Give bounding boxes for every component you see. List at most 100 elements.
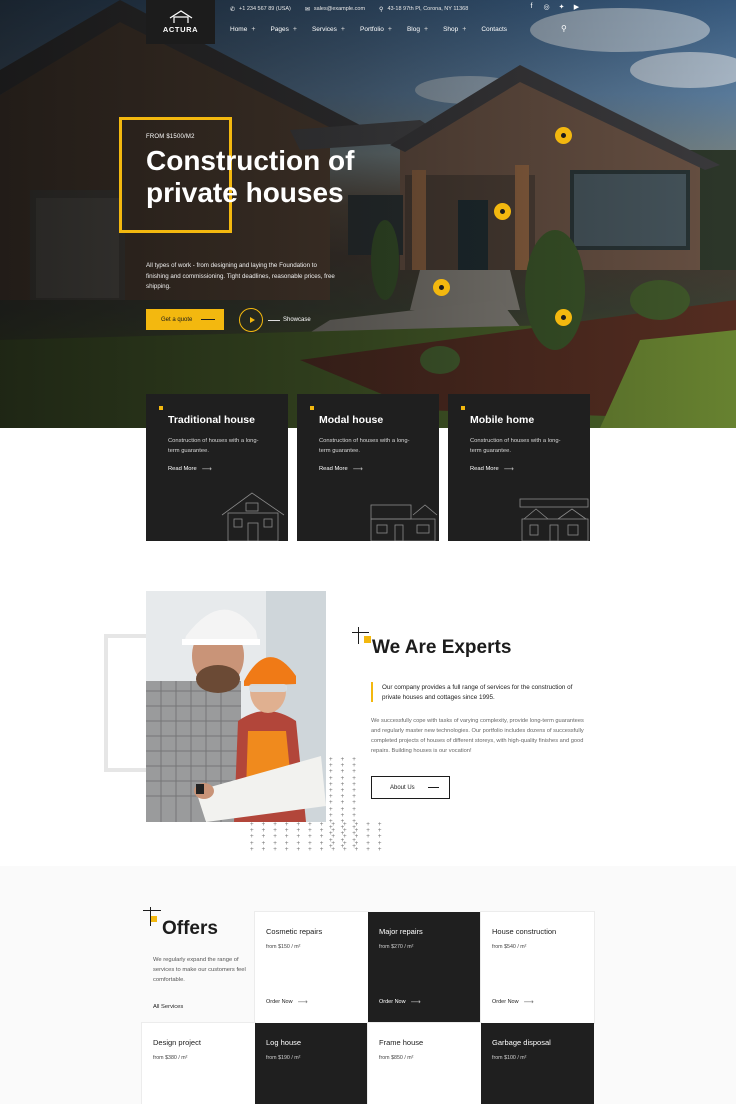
offer-title: Design project	[153, 1038, 201, 1047]
twitter-icon[interactable]: ✦	[554, 3, 569, 11]
experts-title-decor	[358, 627, 359, 644]
offer-card-frame-house[interactable]: Frame house from $850 / m²	[367, 1022, 482, 1104]
hotspot-marker-3[interactable]	[433, 279, 450, 296]
arrow-right-icon: ⟶	[503, 466, 514, 473]
logo[interactable]: ACTURA	[146, 0, 215, 44]
nav-blog[interactable]: Blog +	[407, 26, 428, 33]
instagram-icon[interactable]: ◎	[539, 3, 554, 11]
offer-title: Garbage disposal	[492, 1038, 551, 1047]
play-icon	[249, 317, 255, 323]
card-accent	[159, 406, 163, 410]
experts-title: We Are Experts	[372, 637, 512, 658]
nav-label: Shop	[443, 26, 459, 33]
offer-title: House construction	[492, 927, 557, 936]
offer-card-cosmetic-repairs[interactable]: Cosmetic repairs from $150 / m² Order No…	[254, 911, 369, 1024]
get-quote-label: Get a quote	[161, 316, 193, 323]
mail-icon: ✉	[304, 6, 310, 13]
offer-title: Log house	[266, 1038, 302, 1047]
nav-pages[interactable]: Pages +	[270, 26, 297, 33]
nav-contacts[interactable]: Contacts	[481, 26, 507, 33]
topbar: ✆ +1 234 567 89 (USA) ✉ sales@example.co…	[230, 4, 482, 14]
hero-section: ACTURA ✆ +1 234 567 89 (USA) ✉ sales@exa…	[0, 0, 736, 428]
offer-price: from $850 / m²	[379, 1055, 414, 1061]
read-more-label: Read More	[168, 466, 197, 472]
nav-portfolio[interactable]: Portfolio +	[360, 26, 392, 33]
search-icon[interactable]: ⚲	[561, 24, 567, 33]
email-text: sales@example.com	[313, 6, 366, 12]
hero-title-line-2: private houses	[146, 177, 344, 208]
card-description: Construction of houses with a long-term …	[168, 438, 259, 454]
offer-price: from $100 / m²	[492, 1055, 527, 1061]
order-now-link[interactable]: Order Now ⟶	[266, 998, 308, 1006]
all-services-link[interactable]: All Services	[153, 1004, 183, 1010]
offers-title: Offers	[162, 918, 218, 939]
address-text: 43-18 97th Pl, Corona, NY 11368	[387, 6, 469, 12]
logo-text: ACTURA	[162, 25, 199, 34]
offer-title: Frame house	[379, 1038, 424, 1047]
hero-title: Construction of private houses	[146, 145, 446, 209]
topbar-address: ⚲ 43-18 97th Pl, Corona, NY 11368	[379, 6, 468, 13]
offer-card-log-house[interactable]: Log house from $190 / m²	[255, 1023, 368, 1104]
arrow-right-icon: ⟶	[297, 999, 308, 1006]
card-title: Traditional house	[168, 414, 255, 426]
offer-price: from $150 / m²	[266, 944, 301, 950]
offer-title: Major repairs	[379, 927, 423, 936]
offer-card-design-project[interactable]: Design project from $380 / m²	[141, 1022, 256, 1104]
about-us-label: About Us	[390, 784, 415, 791]
read-more-label: Read More	[470, 466, 499, 472]
location-pin-icon: ⚲	[379, 6, 384, 13]
experts-lead-bar	[371, 682, 373, 702]
plus-icon: +	[251, 26, 256, 33]
offers-title-accent	[151, 916, 157, 922]
youtube-icon[interactable]: ▶	[569, 3, 584, 11]
topbar-phone[interactable]: ✆ +1 234 567 89 (USA)	[230, 6, 291, 13]
read-more-label: Read More	[319, 466, 348, 472]
plus-icon: +	[462, 26, 467, 33]
facebook-icon[interactable]: f	[524, 3, 539, 11]
traditional-house-icon	[221, 492, 285, 541]
phone-text: +1 234 567 89 (USA)	[239, 6, 291, 12]
arrow-right-icon: ⟶	[410, 999, 421, 1006]
order-now-label: Order Now	[379, 999, 406, 1005]
offer-card-house-construction[interactable]: House construction from $540 / m² Order …	[480, 911, 595, 1024]
card-description: Construction of houses with a long-term …	[470, 438, 561, 454]
card-mobile-home[interactable]: Mobile home Construction of houses with …	[448, 394, 590, 541]
read-more-link[interactable]: Read More ⟶	[319, 465, 363, 473]
offer-price: from $190 / m²	[266, 1055, 301, 1061]
arrow-right-icon: ⟶	[352, 466, 363, 473]
showcase-link[interactable]: Showcase	[283, 317, 311, 323]
plus-icon: +	[387, 26, 392, 33]
read-more-link[interactable]: Read More ⟶	[168, 465, 212, 473]
offers-description: We regularly expand the range of service…	[153, 957, 246, 983]
offer-card-major-repairs[interactable]: Major repairs from $270 / m² Order Now ⟶	[368, 912, 481, 1023]
engineers-photo	[146, 591, 326, 822]
hotspot-marker-2[interactable]	[494, 203, 511, 220]
card-modal-house[interactable]: Modal house Construction of houses with …	[297, 394, 439, 541]
card-traditional-house[interactable]: Traditional house Construction of houses…	[146, 394, 288, 541]
offer-price: from $540 / m²	[492, 944, 527, 950]
order-now-link[interactable]: Order Now ⟶	[492, 998, 534, 1006]
topbar-email[interactable]: ✉ sales@example.com	[305, 6, 365, 13]
offer-card-garbage-disposal[interactable]: Garbage disposal from $100 / m²	[481, 1023, 594, 1104]
nav-shop[interactable]: Shop +	[443, 26, 466, 33]
experts-body: We successfully cope with tasks of varyi…	[371, 718, 584, 754]
hotspot-marker-4[interactable]	[555, 309, 572, 326]
nav-label: Portfolio	[360, 26, 384, 33]
order-now-link[interactable]: Order Now ⟶	[379, 998, 421, 1006]
play-video-button[interactable]	[239, 308, 263, 332]
main-nav: Home + Pages + Services + Portfolio + Blog + …	[230, 26, 522, 33]
hotspot-marker-1[interactable]	[555, 127, 572, 144]
arrow-line-icon	[201, 319, 215, 320]
house-type-cards: Traditional house Construction of houses…	[146, 394, 590, 541]
about-us-button[interactable]: About Us	[371, 776, 450, 799]
nav-services[interactable]: Services +	[312, 26, 345, 33]
card-accent	[461, 406, 465, 410]
plus-icon: +	[340, 26, 345, 33]
card-title: Modal house	[319, 414, 384, 426]
plus-icon: +	[423, 26, 429, 33]
get-quote-button[interactable]: Get a quote	[146, 309, 224, 330]
nav-label: Home	[230, 26, 248, 33]
nav-home[interactable]: Home +	[230, 26, 255, 33]
modular-house-icon	[370, 504, 438, 541]
read-more-link[interactable]: Read More ⟶	[470, 465, 514, 473]
